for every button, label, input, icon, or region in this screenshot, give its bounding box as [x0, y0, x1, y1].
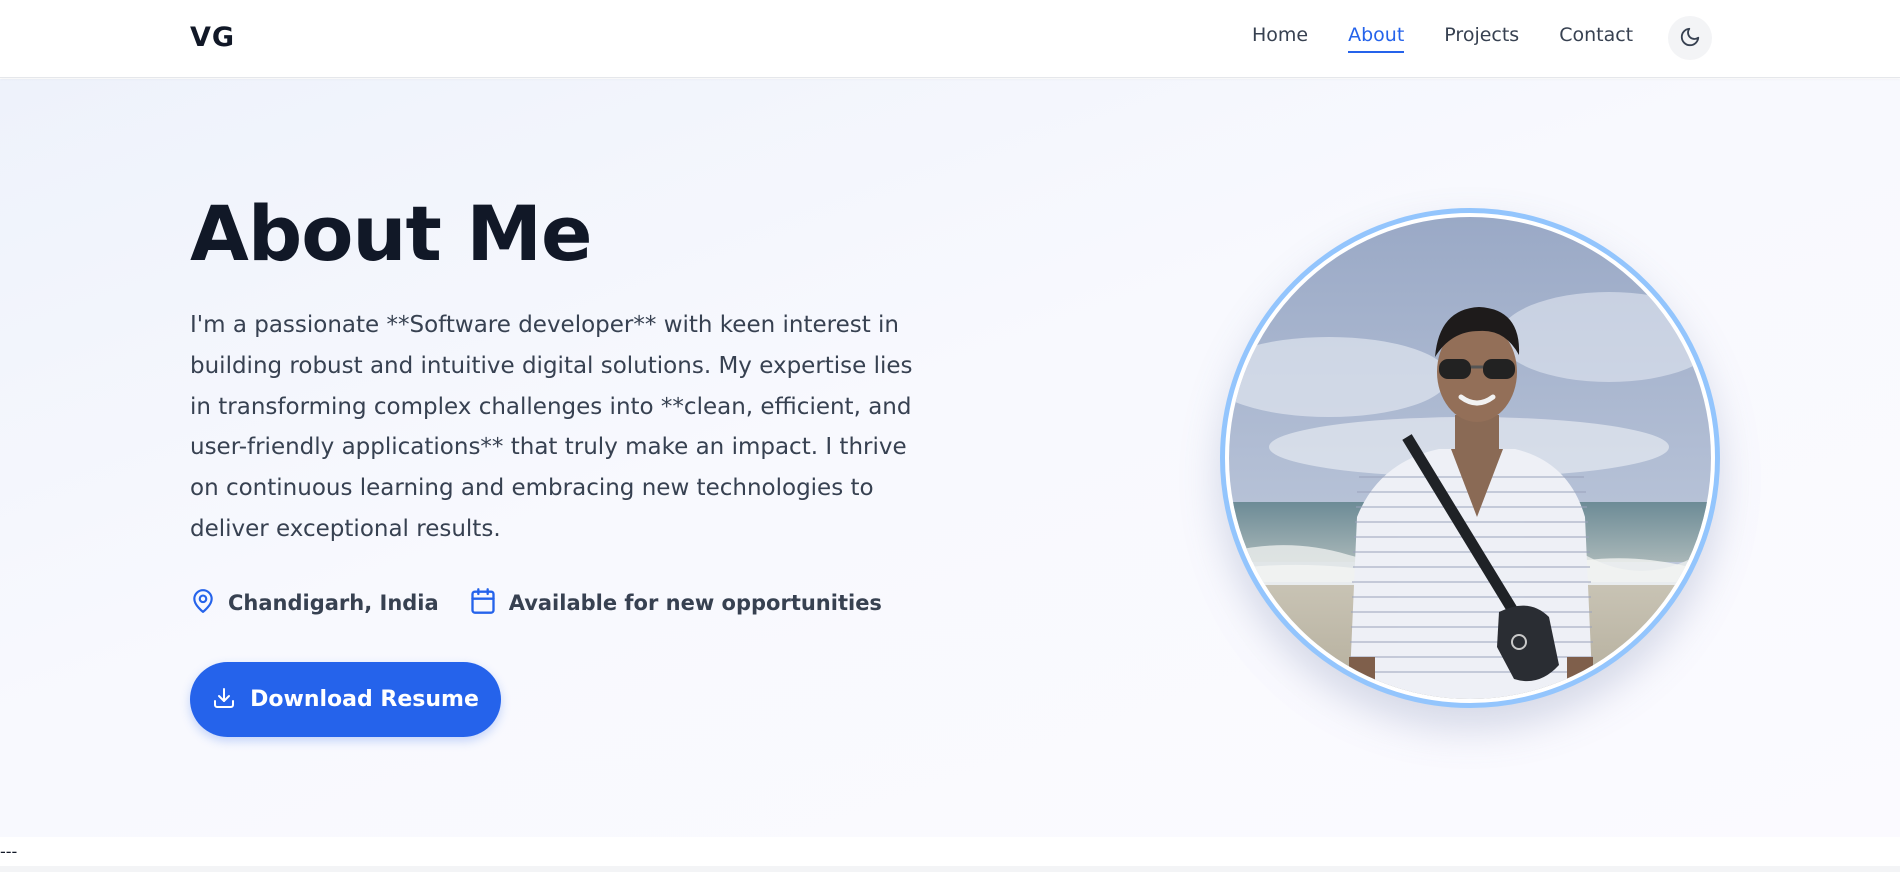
- about-section: About Me I'm a passionate **Software dev…: [0, 79, 1900, 837]
- theme-toggle-button[interactable]: [1668, 16, 1712, 60]
- site-header: VG Home About Projects Contact: [0, 0, 1900, 78]
- page-title: About Me: [190, 189, 593, 278]
- location-item: Chandigarh, India: [190, 587, 439, 619]
- profile-photo-frame: [1220, 208, 1720, 708]
- site-logo[interactable]: VG: [190, 22, 235, 53]
- bottom-strip: [0, 866, 1900, 872]
- page: VG Home About Projects Contact About Me …: [0, 0, 1900, 872]
- download-icon: [212, 686, 250, 713]
- nav-link-home[interactable]: Home: [1252, 24, 1308, 53]
- nav-link-projects[interactable]: Projects: [1444, 24, 1519, 53]
- map-pin-icon: [190, 587, 228, 619]
- bio-paragraph: I'm a passionate **Software developer** …: [190, 312, 913, 542]
- nav-link-contact[interactable]: Contact: [1559, 24, 1633, 53]
- download-resume-label: Download Resume: [250, 687, 479, 712]
- location-text: Chandigarh, India: [228, 591, 439, 615]
- main-nav: Home About Projects Contact: [1252, 24, 1633, 53]
- availability-item: Available for new opportunities: [469, 587, 882, 619]
- moon-icon: [1679, 26, 1701, 51]
- section-divider: ---: [0, 842, 18, 861]
- calendar-icon: [469, 587, 509, 619]
- profile-photo: [1229, 217, 1711, 699]
- download-resume-button[interactable]: Download Resume: [190, 662, 501, 737]
- nav-link-about[interactable]: About: [1348, 24, 1405, 53]
- availability-text: Available for new opportunities: [508, 591, 882, 615]
- meta-info: Chandigarh, India Available for new oppo…: [190, 587, 912, 619]
